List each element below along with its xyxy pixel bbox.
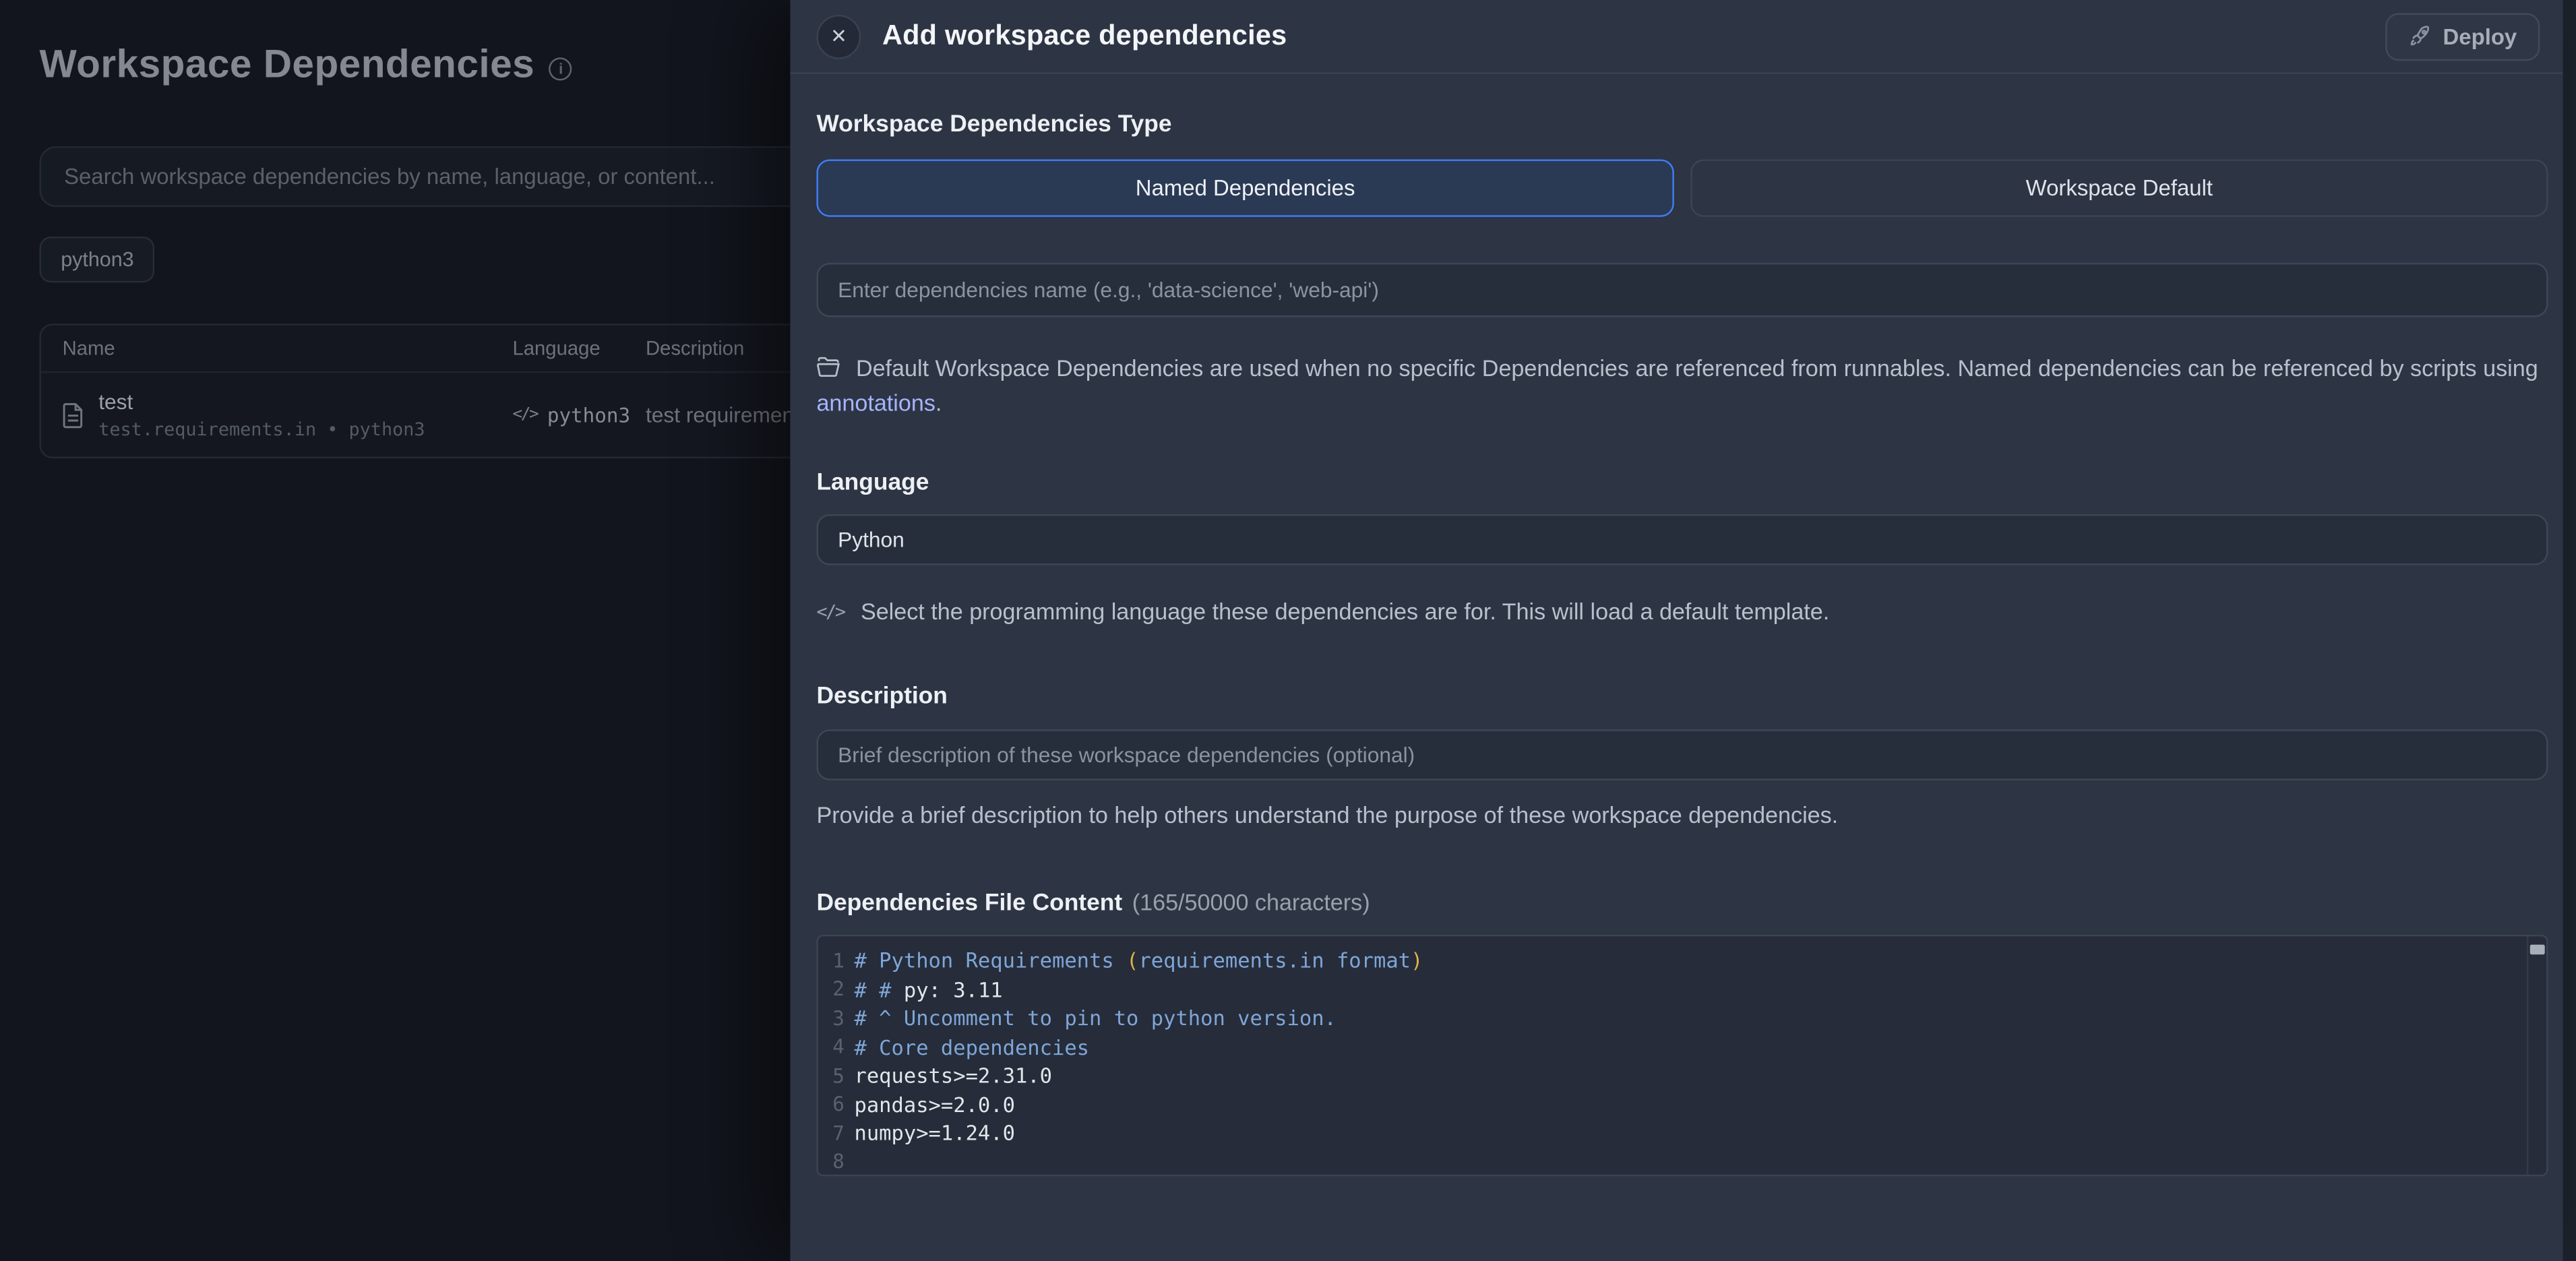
workspace-default-button[interactable]: Workspace Default (1690, 159, 2548, 216)
description-helper: Provide a brief description to help othe… (816, 802, 2548, 828)
language-value: Python (838, 527, 904, 552)
column-header-name: Name (63, 337, 513, 360)
code-line: 5requests>=2.31.0 (818, 1062, 2546, 1090)
dependencies-name-input[interactable] (816, 263, 2548, 317)
character-counter: (165/50000 characters) (1132, 889, 1370, 915)
type-section-label: Workspace Dependencies Type (816, 112, 2548, 138)
description-section-label: Description (816, 683, 2548, 710)
description-input[interactable] (816, 729, 2548, 780)
modal-header: ✕ Add workspace dependencies Deploy (790, 0, 2563, 74)
workspace-dependencies-panel: Workspace Dependencies i Search workspac… (0, 0, 790, 1261)
info-text: Default Workspace Dependencies are used … (856, 355, 2538, 381)
table-header: Name Language Description (41, 326, 791, 373)
language-section-label: Language (816, 470, 2548, 496)
dependencies-table: Name Language Description test (40, 324, 791, 458)
code-line: 2# # py: 3.11 (818, 975, 2546, 1004)
add-workspace-dependencies-modal: ✕ Add workspace dependencies Deploy Work… (790, 0, 2563, 1261)
file-icon (63, 402, 84, 428)
language-select[interactable]: Python (816, 514, 2548, 565)
filter-chip-python3[interactable]: python3 (40, 237, 156, 282)
row-file-info: test.requirements.in • python3 (98, 419, 425, 441)
annotations-link[interactable]: annotations (816, 390, 935, 416)
search-input[interactable]: Search workspace dependencies by name, l… (40, 146, 791, 207)
code-line: 6pandas>=2.0.0 (818, 1090, 2546, 1119)
file-content-label: Dependencies File Content (816, 890, 1122, 917)
app-root: Workspace Dependencies i Search workspac… (0, 0, 2576, 1261)
modal-title: Add workspace dependencies (882, 20, 2385, 53)
close-icon[interactable]: ✕ (816, 14, 861, 59)
column-header-description: Description (646, 337, 791, 360)
named-dependencies-button[interactable]: Named Dependencies (816, 159, 1674, 216)
code-line: 3# ^ Uncomment to pin to python version. (818, 1004, 2546, 1033)
editor-scrollbar-thumb[interactable] (2530, 945, 2545, 955)
info-paragraph: Default Workspace Dependencies are used … (816, 352, 2544, 421)
editor-scrollbar[interactable] (2527, 936, 2546, 1174)
code-icon: </> (513, 406, 538, 424)
deploy-label: Deploy (2443, 24, 2517, 49)
code-line: 1# Python Requirements (requirements.in … (818, 946, 2546, 975)
row-description: test requirements (646, 402, 791, 427)
folder-icon (816, 357, 841, 378)
language-hint: </> Select the programming language thes… (816, 598, 2548, 624)
code-line: 8 (818, 1148, 2546, 1177)
code-icon: </> (816, 601, 844, 622)
page-title: Workspace Dependencies (40, 42, 535, 88)
code-line: 4# Core dependencies (818, 1033, 2546, 1062)
row-name: test (98, 390, 425, 414)
rocket-icon (2408, 25, 2431, 48)
type-toggle-group: Named Dependencies Workspace Default (816, 159, 2548, 216)
code-line: 7numpy>=1.24.0 (818, 1119, 2546, 1148)
deploy-button[interactable]: Deploy (2385, 12, 2540, 60)
table-row[interactable]: test test.requirements.in • python3 </> … (41, 373, 791, 456)
dependencies-file-editor[interactable]: 1# Python Requirements (requirements.in … (816, 935, 2548, 1176)
search-placeholder: Search workspace dependencies by name, l… (64, 164, 715, 189)
column-header-language: Language (513, 337, 646, 360)
row-language: python3 (547, 403, 630, 426)
info-icon[interactable]: i (549, 57, 572, 80)
code-lines: 1# Python Requirements (requirements.in … (818, 946, 2546, 1176)
info-text-period: . (936, 390, 942, 416)
page-scrollbar[interactable] (2563, 0, 2576, 1261)
